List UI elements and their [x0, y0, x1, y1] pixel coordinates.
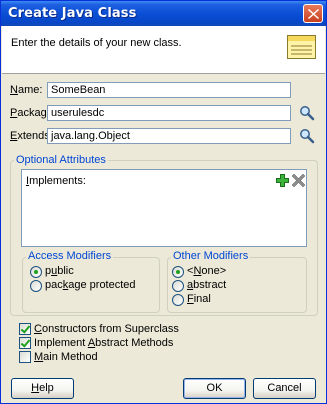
abstract-methods-label: Implement Abstract Methods [34, 337, 174, 349]
final-label: Final [187, 293, 211, 305]
header-description: Enter the details of your new class. [11, 37, 182, 49]
new-class-icon [287, 35, 316, 59]
window-title: Create Java Class [8, 6, 137, 21]
access-modifiers-legend: Access Modifiers [26, 250, 114, 262]
none-radio[interactable] [172, 266, 184, 278]
package-protected-radio[interactable] [30, 280, 42, 292]
cancel-button[interactable]: Cancel [253, 378, 316, 399]
none-label: <None> [187, 265, 227, 277]
ok-button[interactable]: OK [183, 378, 246, 399]
dialog-window: Create Java Class Enter the details of y… [0, 0, 327, 404]
constructors-checkbox[interactable] [19, 323, 31, 335]
package-protected-label: package protected [45, 279, 136, 291]
implements-label: Implements: [26, 175, 86, 187]
abstract-radio[interactable] [172, 280, 184, 292]
dialog-header: Enter the details of your new class. [2, 26, 325, 74]
constructors-label: Constructors from Superclass [34, 323, 179, 335]
implements-list[interactable]: Implements: [21, 169, 307, 247]
add-icon[interactable] [276, 174, 289, 187]
search-icon[interactable] [299, 105, 315, 121]
extends-field[interactable]: java.lang.Object [47, 128, 291, 144]
name-label: Name: [10, 84, 43, 96]
package-field[interactable]: userulesdc [47, 105, 291, 121]
main-method-checkbox[interactable] [19, 351, 31, 363]
other-modifiers-legend: Other Modifiers [171, 250, 251, 262]
help-button[interactable]: Help [11, 378, 74, 399]
delete-icon[interactable] [292, 174, 305, 187]
main-method-label: Main Method [34, 351, 98, 363]
final-radio[interactable] [172, 294, 184, 306]
abstract-label: abstract [187, 279, 227, 291]
optional-attributes-legend: Optional Attributes [14, 154, 108, 166]
title-bar[interactable]: Create Java Class [1, 1, 326, 26]
abstract-methods-checkbox[interactable] [19, 337, 31, 349]
close-button[interactable] [303, 4, 323, 23]
search-icon[interactable] [299, 128, 315, 144]
public-label: public [45, 265, 74, 277]
public-radio[interactable] [30, 266, 42, 278]
close-icon [308, 9, 319, 19]
name-field[interactable]: SomeBean [47, 82, 291, 98]
